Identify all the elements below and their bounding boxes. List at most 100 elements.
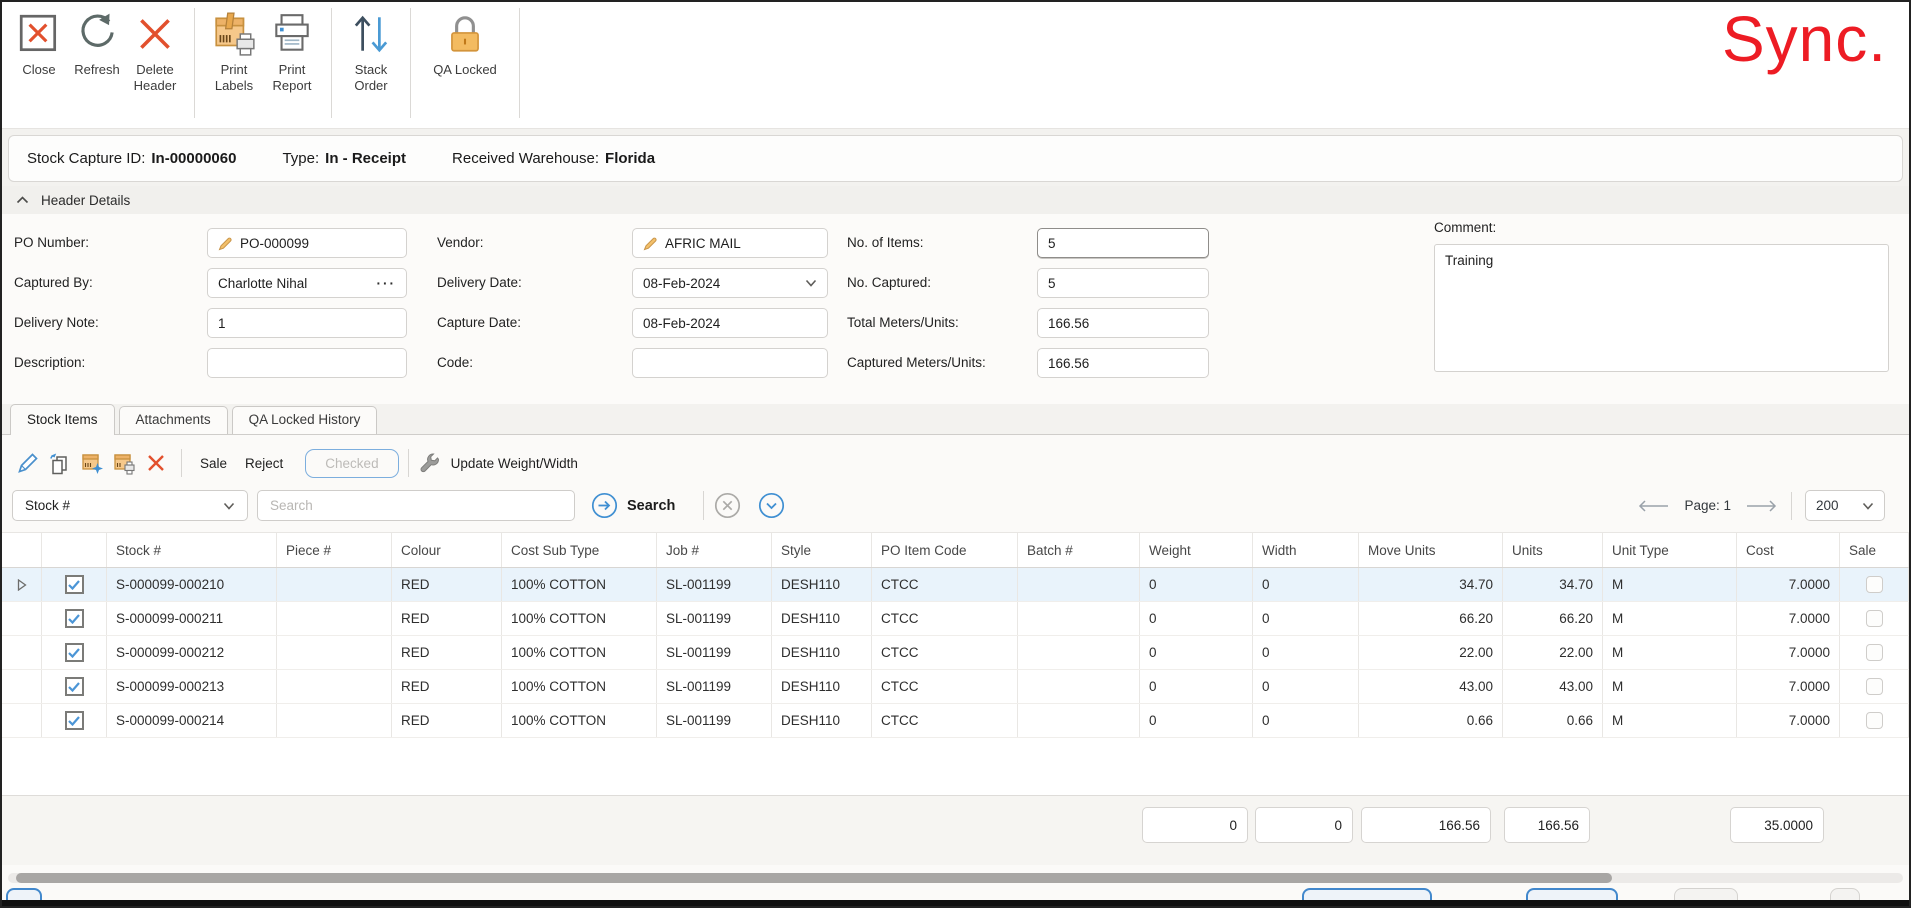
clear-search-button[interactable] xyxy=(714,492,741,519)
comment-field[interactable]: Training xyxy=(1434,244,1889,372)
search-button[interactable]: Search xyxy=(591,492,675,519)
col-header-po-item-code[interactable]: PO Item Code xyxy=(872,533,1018,567)
advanced-search-expand-button[interactable] xyxy=(758,492,785,519)
col-header-weight[interactable]: Weight xyxy=(1140,533,1253,567)
row-checkbox[interactable] xyxy=(42,602,107,635)
row-expander[interactable] xyxy=(2,568,42,601)
copy-button[interactable] xyxy=(44,448,76,478)
up-down-arrows-icon xyxy=(354,15,388,53)
total-meters-units-field[interactable]: 166.56 xyxy=(1037,308,1209,338)
col-header-style[interactable]: Style xyxy=(772,533,872,567)
captured-by-field[interactable]: Charlotte Nihal ··· xyxy=(207,268,407,298)
next-page-icon[interactable] xyxy=(1744,499,1778,513)
row-checkbox[interactable] xyxy=(42,568,107,601)
sale-checkbox[interactable] xyxy=(1840,704,1909,737)
sale-checkbox[interactable] xyxy=(1840,602,1909,635)
cell-width: 0 xyxy=(1253,670,1359,703)
sale-checkbox[interactable] xyxy=(1840,636,1909,669)
print-stock-labels-button[interactable] xyxy=(108,448,140,478)
row-expander[interactable] xyxy=(2,670,42,703)
sale-checkbox-icon xyxy=(1865,644,1883,661)
sale-checkbox-icon xyxy=(1865,576,1883,593)
sale-button[interactable]: Sale xyxy=(191,451,236,476)
table-row[interactable]: S-000099-000213 RED 100% COTTON SL-001199 DE… xyxy=(2,670,1909,704)
cell-cost: 7.0000 xyxy=(1737,636,1840,669)
search-input[interactable] xyxy=(257,490,575,521)
no-of-items-field[interactable]: 5 xyxy=(1037,228,1209,258)
col-header-expander[interactable] xyxy=(2,533,42,567)
check-icon xyxy=(68,715,80,726)
print-report-button[interactable]: Print Report xyxy=(263,2,321,93)
captured-meters-units-field[interactable]: 166.56 xyxy=(1037,348,1209,378)
tab-stock-items[interactable]: Stock Items xyxy=(10,404,115,435)
delivery-date-field[interactable]: 08-Feb-2024 xyxy=(632,268,828,298)
table-row[interactable]: S-000099-000214 RED 100% COTTON SL-001199 DE… xyxy=(2,704,1909,738)
horizontal-scrollbar[interactable] xyxy=(8,873,1903,883)
delete-item-button[interactable] xyxy=(140,448,172,478)
po-number-field[interactable]: PO-000099 xyxy=(207,228,407,258)
cell-move-units: 66.20 xyxy=(1359,602,1503,635)
printer-icon xyxy=(275,14,309,51)
col-header-units[interactable]: Units xyxy=(1503,533,1603,567)
reject-button[interactable]: Reject xyxy=(236,451,292,476)
cell-move-units: 34.70 xyxy=(1359,568,1503,601)
row-checkbox[interactable] xyxy=(42,704,107,737)
col-header-piece[interactable]: Piece # xyxy=(277,533,392,567)
col-header-stock[interactable]: Stock # xyxy=(107,533,277,567)
row-expander[interactable] xyxy=(2,636,42,669)
chevron-down-icon xyxy=(1862,502,1874,510)
check-icon xyxy=(68,647,80,658)
cell-unit-type: M xyxy=(1603,602,1737,635)
col-header-move-units[interactable]: Move Units xyxy=(1359,533,1503,567)
sale-checkbox-icon xyxy=(1865,712,1883,729)
edit-button[interactable] xyxy=(12,448,44,478)
tab-attachments[interactable]: Attachments xyxy=(118,406,228,434)
checked-button[interactable]: Checked xyxy=(305,448,399,478)
delete-header-button[interactable]: Delete Header xyxy=(126,2,184,93)
capture-date-field[interactable]: 08-Feb-2024 xyxy=(632,308,828,338)
close-button[interactable]: Close xyxy=(10,2,68,78)
row-checkbox[interactable] xyxy=(42,670,107,703)
page-size-select[interactable]: 200 xyxy=(1805,490,1885,521)
delivery-note-field[interactable]: 1 xyxy=(207,308,407,338)
qa-locked-button[interactable]: QA Locked xyxy=(421,2,509,78)
table-row[interactable]: S-000099-000212 RED 100% COTTON SL-001199 DE… xyxy=(2,636,1909,670)
update-weight-width-button[interactable]: Update Weight/Width xyxy=(418,451,578,475)
header-details-section[interactable]: Header Details xyxy=(2,186,1909,214)
sale-checkbox[interactable] xyxy=(1840,670,1909,703)
previous-page-icon[interactable] xyxy=(1637,499,1671,513)
vendor-field[interactable]: AFRIC MAIL xyxy=(632,228,828,258)
ellipsis-icon[interactable]: ··· xyxy=(377,276,397,291)
code-field[interactable] xyxy=(632,348,828,378)
cell-stock: S-000099-000212 xyxy=(107,636,277,669)
toolbar-separator xyxy=(331,8,332,118)
no-captured-field[interactable]: 5 xyxy=(1037,268,1209,298)
stock-wizard-button[interactable] xyxy=(76,448,108,478)
table-row[interactable]: S-000099-000211 RED 100% COTTON SL-001199 DE… xyxy=(2,602,1909,636)
cell-move-units: 0.66 xyxy=(1359,704,1503,737)
refresh-button[interactable]: Refresh xyxy=(68,2,126,78)
table-row[interactable]: S-000099-000210 RED 100% COTTON SL-001199 DE… xyxy=(2,568,1909,602)
check-icon xyxy=(68,579,80,590)
col-header-cost-sub-type[interactable]: Cost Sub Type xyxy=(502,533,657,567)
col-header-width[interactable]: Width xyxy=(1253,533,1359,567)
stack-order-button[interactable]: Stack Order xyxy=(342,2,400,93)
col-header-checkbox[interactable] xyxy=(42,533,107,567)
col-header-sale[interactable]: Sale xyxy=(1840,533,1909,567)
row-expander[interactable] xyxy=(2,602,42,635)
row-checkbox[interactable] xyxy=(42,636,107,669)
col-header-batch[interactable]: Batch # xyxy=(1018,533,1140,567)
col-header-colour[interactable]: Colour xyxy=(392,533,502,567)
col-header-job[interactable]: Job # xyxy=(657,533,772,567)
cell-piece xyxy=(277,568,392,601)
description-field[interactable] xyxy=(207,348,407,378)
col-header-unit-type[interactable]: Unit Type xyxy=(1603,533,1737,567)
tab-qa-locked-history[interactable]: QA Locked History xyxy=(231,406,378,434)
sale-checkbox[interactable] xyxy=(1840,568,1909,601)
row-expander[interactable] xyxy=(2,704,42,737)
cell-cost-sub-type: 100% COTTON xyxy=(502,704,657,737)
horizontal-scrollbar-thumb[interactable] xyxy=(16,873,1612,883)
col-header-cost[interactable]: Cost xyxy=(1737,533,1840,567)
print-labels-button[interactable]: Print Labels xyxy=(205,2,263,93)
search-field-select[interactable]: Stock # xyxy=(12,490,248,521)
